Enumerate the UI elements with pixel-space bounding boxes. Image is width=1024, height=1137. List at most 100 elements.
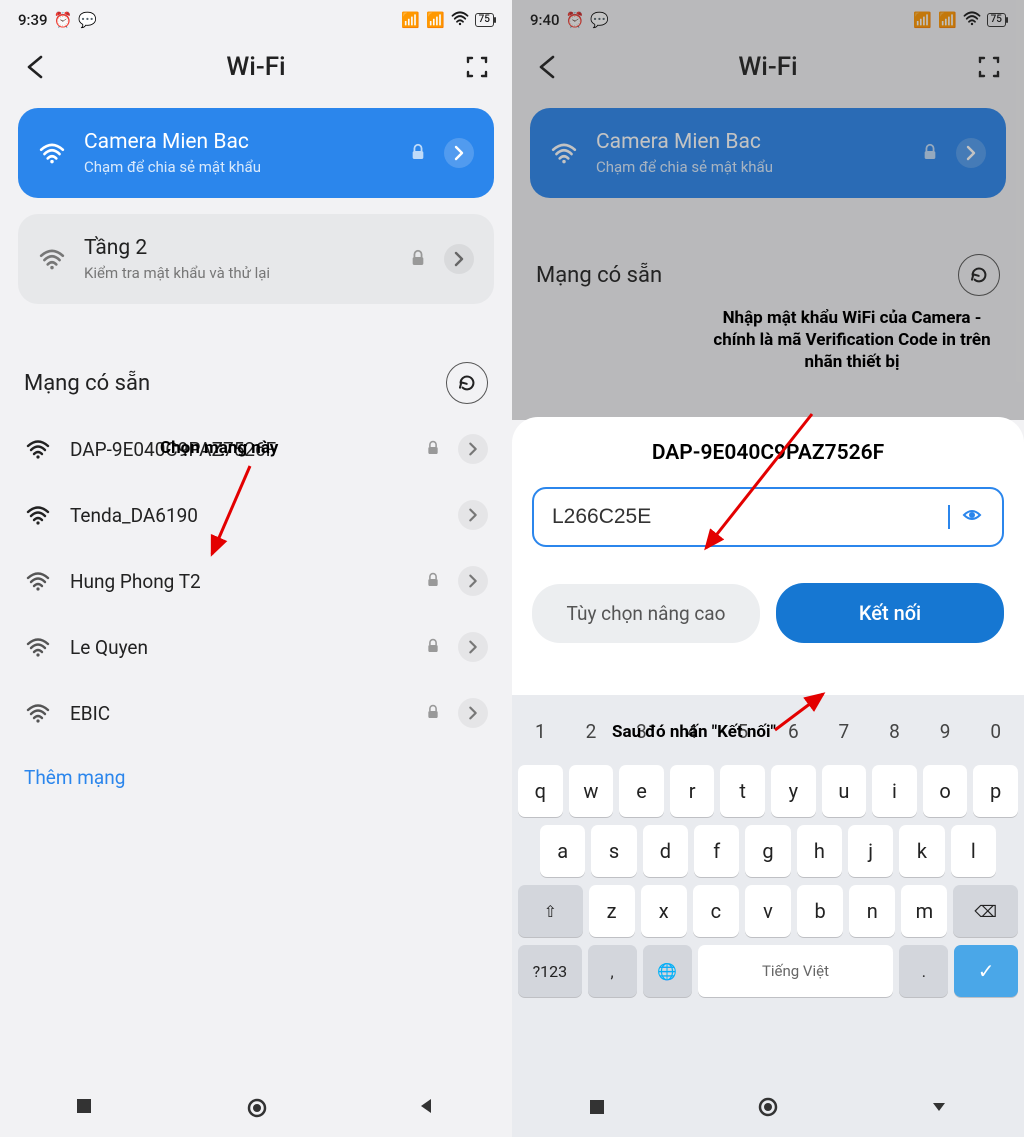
connect-button[interactable]: Kết nối	[776, 583, 1004, 643]
refresh-button[interactable]	[446, 362, 488, 404]
network-subtitle: Chạm để chia sẻ mật khẩu	[596, 158, 904, 176]
lock-icon	[426, 637, 440, 657]
key[interactable]: p	[973, 765, 1018, 817]
recent-apps-button[interactable]	[75, 1097, 95, 1117]
qr-scan-button[interactable]	[974, 52, 1004, 82]
battery-indicator: 75	[987, 13, 1006, 27]
detail-chevron[interactable]	[956, 138, 986, 168]
refresh-button[interactable]	[958, 254, 1000, 296]
key[interactable]: 0	[973, 705, 1018, 757]
network-item[interactable]: Le Quyen	[0, 614, 512, 680]
back-button[interactable]	[532, 52, 562, 82]
key[interactable]: 9	[923, 705, 968, 757]
key[interactable]: s	[591, 825, 636, 877]
key[interactable]: v	[745, 885, 791, 937]
key[interactable]: 7	[822, 705, 867, 757]
key[interactable]: a	[540, 825, 585, 877]
detail-chevron[interactable]	[458, 434, 488, 464]
password-field-container[interactable]	[532, 487, 1004, 547]
detail-chevron[interactable]	[458, 566, 488, 596]
key[interactable]: 8	[872, 705, 917, 757]
network-item[interactable]: EBIC	[0, 680, 512, 746]
saved-network-card[interactable]: Tầng 2 Kiểm tra mật khẩu và thử lại	[18, 214, 494, 304]
wifi-icon	[550, 139, 578, 167]
qr-scan-button[interactable]	[462, 52, 492, 82]
key[interactable]: f	[694, 825, 739, 877]
key[interactable]: g	[745, 825, 790, 877]
add-network-button[interactable]: Thêm mạng	[0, 748, 512, 807]
detail-chevron[interactable]	[444, 244, 474, 274]
key[interactable]: w	[569, 765, 614, 817]
recent-apps-button[interactable]	[588, 1098, 606, 1120]
network-item[interactable]: DAP-9E040C9PAZ7526F	[0, 416, 512, 482]
hide-keyboard-button[interactable]	[930, 1098, 948, 1120]
network-item[interactable]: Tenda_DA6190	[0, 482, 512, 548]
back-button[interactable]	[20, 52, 50, 82]
detail-chevron[interactable]	[458, 500, 488, 530]
alarm-icon: ⏰	[566, 11, 585, 29]
shift-key[interactable]: ⇧	[518, 885, 583, 937]
signal-icon: 📶	[401, 11, 420, 29]
key[interactable]: 2	[569, 705, 614, 757]
detail-chevron[interactable]	[458, 632, 488, 662]
network-name: Tầng 2	[84, 236, 392, 260]
key[interactable]: z	[589, 885, 635, 937]
space-key[interactable]: Tiếng Việt	[698, 945, 894, 997]
advanced-options-button[interactable]: Tùy chọn nâng cao	[532, 584, 760, 643]
chat-icon: 💬	[590, 11, 609, 29]
wifi-status-icon	[963, 9, 981, 31]
key[interactable]: b	[797, 885, 843, 937]
sheet-network-name: DAP-9E040C9PAZ7526F	[532, 441, 1004, 465]
network-subtitle: Kiểm tra mật khẩu và thử lại	[84, 264, 392, 282]
key[interactable]: 5	[720, 705, 765, 757]
key[interactable]: e	[619, 765, 664, 817]
enter-key[interactable]: ✓	[954, 945, 1018, 997]
key[interactable]: l	[951, 825, 996, 877]
key[interactable]: c	[693, 885, 739, 937]
network-item[interactable]: Hung Phong T2	[0, 548, 512, 614]
key[interactable]: q	[518, 765, 563, 817]
home-button[interactable]	[246, 1097, 266, 1117]
wifi-icon	[24, 699, 52, 727]
period-key[interactable]: .	[899, 945, 948, 997]
password-input[interactable]	[552, 505, 937, 529]
signal-icon: 📶	[938, 11, 957, 29]
annotation-enter-password: Nhập mật khẩu WiFi của Camera - chính là…	[712, 308, 992, 373]
network-name: Tenda_DA6190	[70, 504, 408, 527]
key[interactable]: t	[720, 765, 765, 817]
key[interactable]: x	[641, 885, 687, 937]
wifi-icon	[24, 633, 52, 661]
network-name: DAP-9E040C9PAZ7526F	[70, 438, 408, 461]
key[interactable]: o	[923, 765, 968, 817]
key[interactable]: i	[872, 765, 917, 817]
key[interactable]: k	[899, 825, 944, 877]
network-name: Camera Mien Bac	[84, 130, 392, 154]
key[interactable]: j	[848, 825, 893, 877]
key[interactable]: n	[849, 885, 895, 937]
key[interactable]: y	[771, 765, 816, 817]
key[interactable]: d	[643, 825, 688, 877]
comma-key[interactable]: ,	[588, 945, 637, 997]
network-list: DAP-9E040C9PAZ7526F Tenda_DA6190 Hung Ph…	[0, 414, 512, 748]
symbols-key[interactable]: ?123	[518, 945, 582, 997]
back-nav-button[interactable]	[417, 1097, 437, 1117]
key[interactable]: r	[670, 765, 715, 817]
key[interactable]: h	[797, 825, 842, 877]
key[interactable]: 6	[771, 705, 816, 757]
key[interactable]: 1	[518, 705, 563, 757]
key[interactable]: 3	[619, 705, 664, 757]
key[interactable]: u	[822, 765, 867, 817]
signal-icon: 📶	[426, 11, 445, 29]
backspace-key[interactable]: ⌫	[953, 885, 1018, 937]
detail-chevron[interactable]	[444, 138, 474, 168]
status-bar: 9:40 ⏰ 💬 📶 📶 75	[512, 0, 1024, 40]
connected-network-card[interactable]: Camera Mien Bac Chạm để chia sẻ mật khẩu	[530, 108, 1006, 198]
page-title: Wi-Fi	[50, 52, 462, 82]
key[interactable]: m	[901, 885, 947, 937]
language-key[interactable]: 🌐	[643, 945, 692, 997]
key[interactable]: 4	[670, 705, 715, 757]
detail-chevron[interactable]	[458, 698, 488, 728]
connected-network-card[interactable]: Camera Mien Bac Chạm để chia sẻ mật khẩu	[18, 108, 494, 198]
home-button[interactable]	[757, 1096, 779, 1122]
toggle-visibility-icon[interactable]	[960, 505, 984, 529]
